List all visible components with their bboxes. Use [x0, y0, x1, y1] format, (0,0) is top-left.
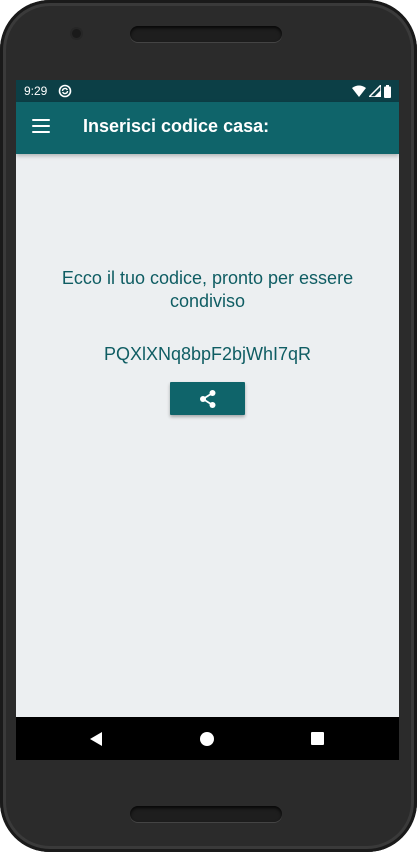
share-icon — [199, 389, 215, 408]
house-code: PQXlXNq8bpF2bjWhI7qR — [103, 344, 312, 364]
hamburger-menu-icon[interactable] — [32, 119, 50, 133]
status-icons — [352, 84, 391, 98]
app-bar: Inserisci codice casa: — [16, 102, 399, 154]
top-speaker — [130, 26, 282, 42]
back-icon[interactable] — [89, 732, 103, 746]
battery-icon — [384, 84, 391, 98]
page-title: Inserisci codice casa: — [83, 116, 270, 136]
wifi-icon — [352, 85, 366, 97]
phone-frame: 9:29 Inserisci codice casa: Ecco il tuo … — [0, 0, 417, 852]
bottom-speaker — [130, 806, 282, 822]
home-icon[interactable] — [200, 732, 214, 746]
signal-icon — [369, 85, 381, 97]
status-time: 9:29 — [24, 84, 48, 98]
navigation-bar — [16, 717, 399, 760]
recents-icon[interactable] — [311, 732, 324, 745]
status-bar: 9:29 — [16, 80, 399, 102]
code-message: Ecco il tuo codice, pronto per essere co… — [61, 268, 354, 311]
sync-icon — [58, 84, 72, 98]
front-camera — [72, 29, 81, 38]
screen: 9:29 Inserisci codice casa: Ecco il tuo … — [16, 80, 399, 760]
share-button[interactable] — [170, 382, 245, 415]
